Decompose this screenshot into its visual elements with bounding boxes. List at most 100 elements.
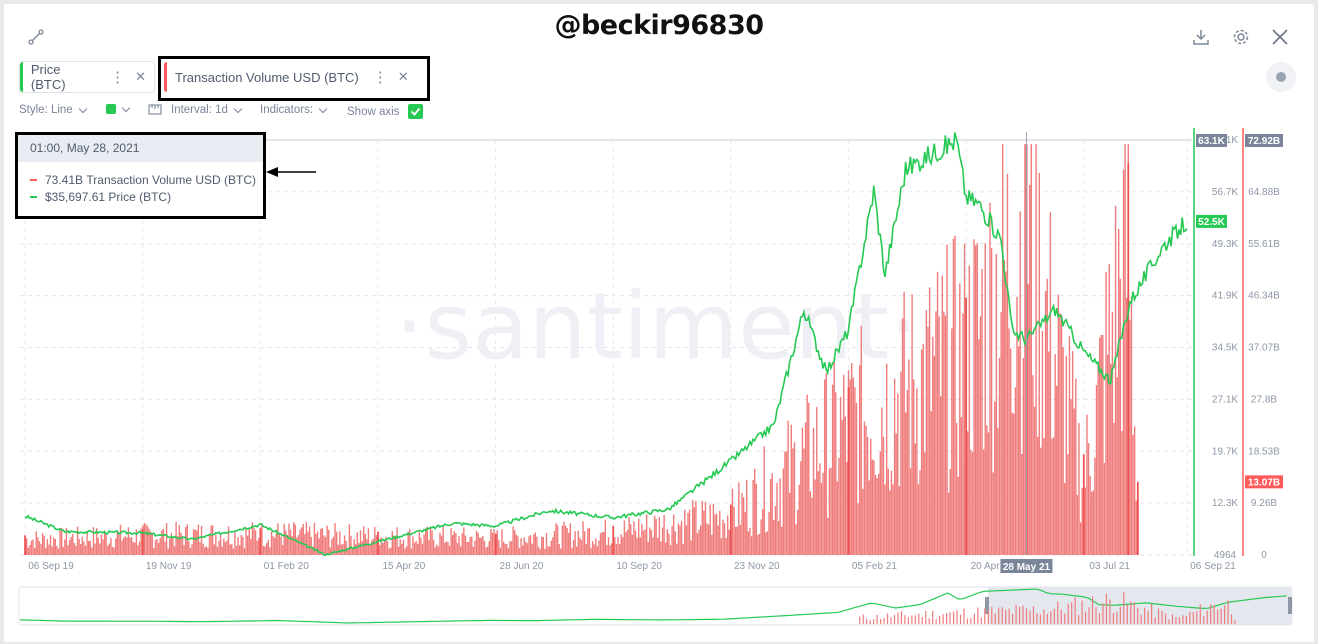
minimap-volume-bar: [970, 618, 972, 624]
volume-bar: [553, 530, 556, 555]
volume-bar: [407, 531, 409, 555]
minimap-volume-bar: [866, 618, 868, 624]
volume-bar: [243, 548, 246, 555]
volume-bar: [431, 530, 433, 555]
minimap-volume-bar: [873, 619, 875, 624]
volume-legend-dash: [30, 178, 37, 181]
volume-bar: [649, 527, 651, 555]
volume-bar: [157, 542, 160, 555]
volume-bar: [285, 530, 287, 555]
minimap-volume-bar: [1005, 609, 1007, 624]
volume-bar: [634, 530, 637, 555]
volume-bar: [582, 521, 584, 555]
volume-bar: [763, 446, 765, 555]
volume-bar: [849, 379, 851, 555]
volume-bar: [747, 531, 750, 555]
volume-bar: [1129, 320, 1131, 555]
volume-bar: [962, 313, 964, 555]
volume-bar: [895, 433, 897, 555]
volume-bar: [463, 527, 465, 555]
minimap-volume-bar: [1206, 610, 1208, 624]
volume-bar: [130, 537, 133, 555]
volume-bar: [254, 530, 257, 555]
minimap-volume-bar: [1133, 602, 1135, 624]
volume-bar: [831, 384, 834, 555]
minimap-volume-bar: [1116, 611, 1118, 624]
volume-bar: [452, 535, 454, 555]
minimap-volume-bar: [1039, 614, 1042, 624]
volume-bar: [412, 536, 414, 555]
volume-bar: [30, 540, 33, 555]
volume-bar: [625, 531, 627, 555]
x-axis-tick-label: 10 Sep 20: [616, 561, 662, 572]
volume-bar: [782, 468, 785, 555]
volume-bar: [828, 468, 831, 555]
volume-bar: [846, 461, 848, 555]
minimap-volume-bar: [918, 613, 920, 624]
volume-bar: [1105, 271, 1107, 555]
volume-bar: [118, 532, 120, 555]
volume-bar: [1064, 482, 1066, 555]
volume-bar: [819, 463, 821, 555]
volume-bar: [1049, 212, 1052, 556]
volume-bar: [137, 545, 139, 555]
minimap-volume-bar: [1091, 596, 1094, 624]
volume-bar: [1005, 271, 1007, 555]
volume-bar: [278, 533, 281, 555]
minimap[interactable]: [18, 586, 1293, 626]
minimap-volume-bar: [1036, 613, 1038, 624]
volume-bar: [197, 524, 200, 555]
volume-bar: [940, 396, 942, 555]
volume-bar: [715, 513, 718, 555]
volume-bar: [1133, 426, 1136, 555]
volume-bar: [704, 501, 707, 555]
volume-bar: [72, 534, 74, 555]
volume-bar: [513, 530, 516, 555]
volume-bar: [995, 253, 998, 555]
minimap-volume-bar: [1196, 611, 1198, 624]
volume-bar: [1106, 354, 1109, 555]
volume-bar: [830, 467, 832, 555]
volume-bar: [580, 539, 583, 555]
minimap-volume-bar: [1192, 611, 1194, 624]
volume-bar: [350, 535, 352, 555]
volume-bar: [169, 538, 171, 555]
volume-bar: [515, 534, 517, 555]
x-axis-tick-label: 05 Feb 21: [852, 561, 897, 572]
chart-svg[interactable]: ·santiment· 64.1K74.15B56.7K64.88B49.3K5…: [0, 0, 1318, 644]
volume-bar: [397, 546, 400, 555]
volume-bar: [1009, 348, 1012, 555]
minimap-volume-bar: [1060, 609, 1062, 624]
volume-bar: [456, 543, 459, 555]
volume-bar: [521, 545, 524, 555]
volume-bar: [1057, 294, 1060, 555]
minimap-volume-bar: [1126, 604, 1128, 624]
minimap-volume-bar: [1140, 615, 1142, 624]
volume-bar: [49, 535, 52, 555]
volume-bar: [720, 538, 723, 555]
volume-bar: [866, 436, 869, 555]
volume-bar: [102, 539, 104, 555]
volume-bar: [741, 492, 743, 555]
volume-bar: [1124, 144, 1126, 555]
minimap-volume-bar: [987, 610, 989, 624]
volume-bar: [234, 531, 236, 555]
volume-bar: [471, 536, 473, 555]
minimap-volume-bar: [1164, 613, 1167, 624]
volume-bar: [1086, 414, 1088, 555]
volume-bar: [668, 533, 670, 555]
volume-bar: [111, 546, 114, 555]
volume-bar: [628, 517, 630, 555]
volume-bar: [974, 245, 977, 555]
volume-bar: [970, 449, 972, 555]
volume-axis-tick-label: 46.34B: [1248, 291, 1280, 302]
volume-bar: [390, 547, 392, 555]
volume-bar: [334, 523, 336, 555]
volume-bar: [517, 536, 519, 555]
volume-bar: [801, 427, 804, 555]
volume-bar: [1030, 144, 1033, 555]
highlighted-date-label: 28 May 21: [1003, 562, 1051, 573]
price-legend-dash: [30, 195, 37, 198]
volume-bar: [1008, 328, 1010, 555]
volume-bar: [973, 239, 975, 555]
